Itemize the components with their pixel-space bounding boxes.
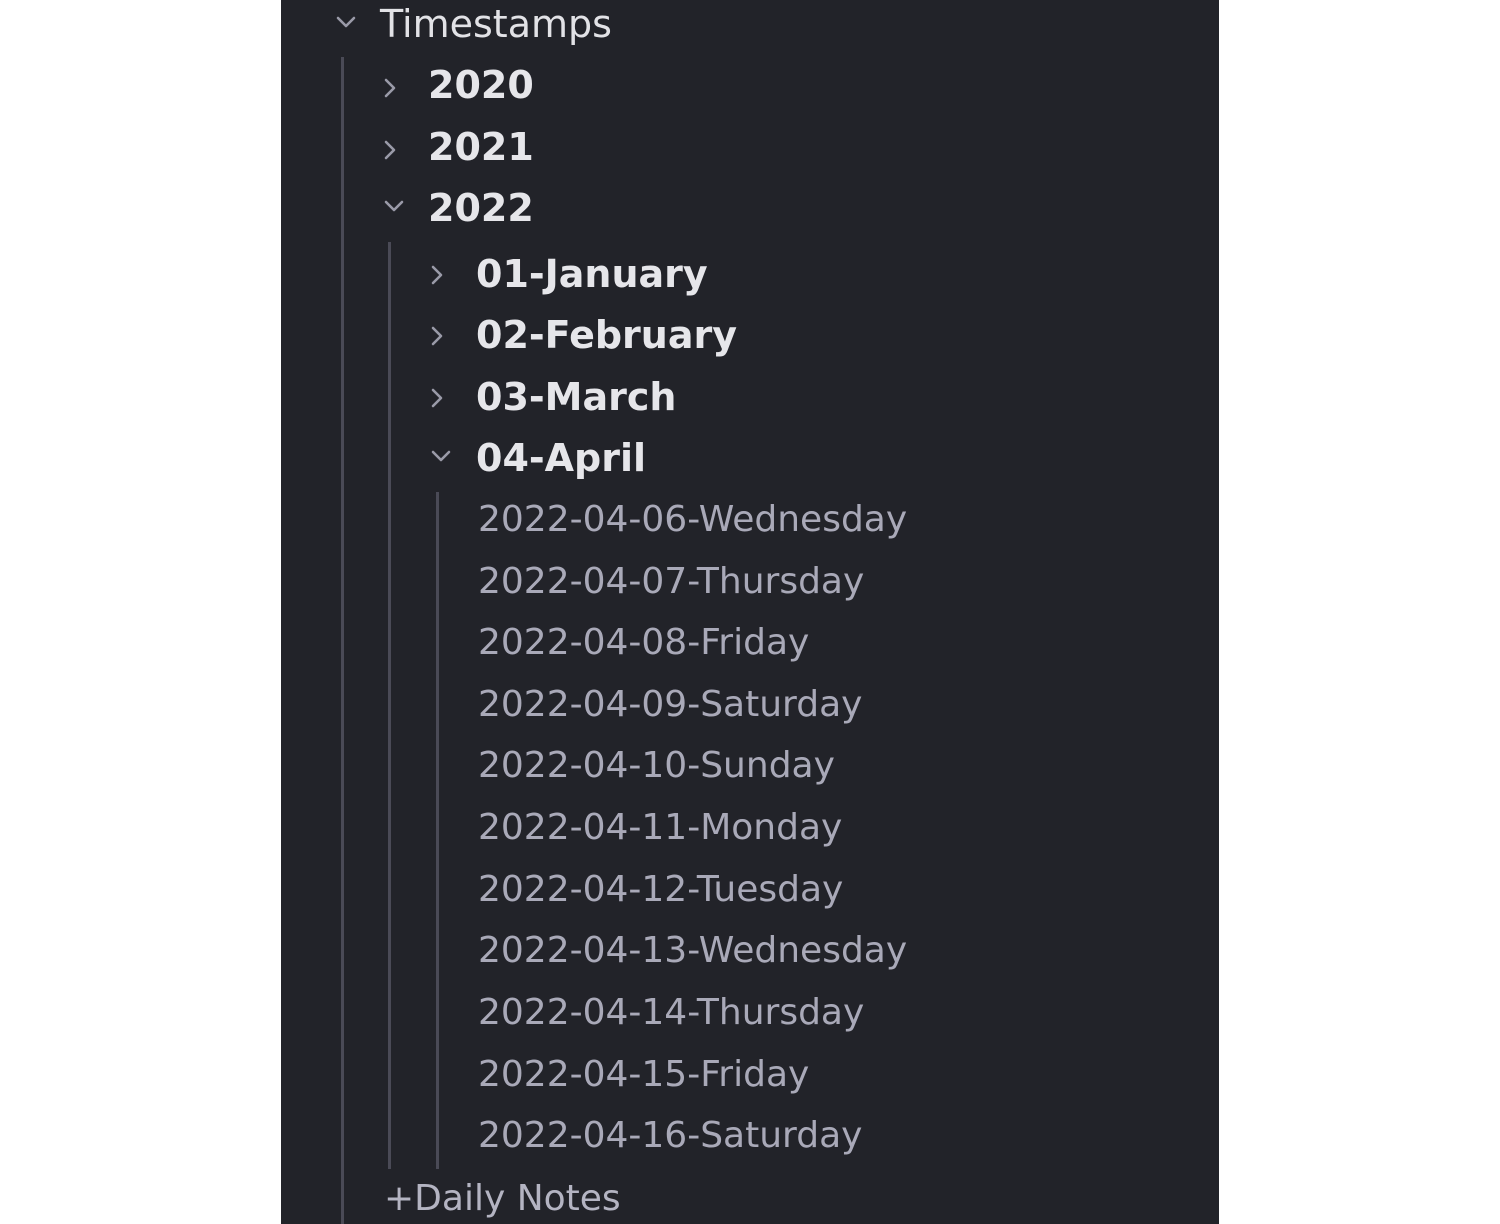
tree-folder-timestamps[interactable]: Timestamps [281,0,1219,60]
tree-folder-2021[interactable]: 2021 [281,123,1219,183]
tree-file-label: +Daily Notes [384,1178,621,1219]
tree-file-item[interactable]: 2022-04-10-Sunday [281,742,1219,802]
tree-file-item[interactable]: 2022-04-13-Wednesday [281,927,1219,987]
chevron-down-icon [331,7,361,37]
tree-file-label: 2022-04-08-Friday [478,622,810,663]
tree-folder-label: 2020 [428,63,534,107]
tree-file-daily-notes[interactable]: +Daily Notes [281,1175,1219,1224]
tree-file-label: 2022-04-13-Wednesday [478,930,908,971]
tree-file-item[interactable]: 2022-04-08-Friday [281,619,1219,679]
tree-folder-2020[interactable]: 2020 [281,61,1219,121]
tree-folder-03-march[interactable]: 03-March [281,373,1219,433]
chevron-right-icon [375,135,405,165]
tree-folder-04-april[interactable]: 04-April [281,434,1219,494]
tree-file-label: 2022-04-06-Wednesday [478,499,908,540]
file-explorer-panel: Timestamps 2020 2021 2022 01-January 02-… [281,0,1219,1224]
tree-folder-label: 02-February [476,313,737,357]
tree-file-item[interactable]: 2022-04-09-Saturday [281,681,1219,741]
tree-folder-2022[interactable]: 2022 [281,184,1219,244]
tree-file-item[interactable]: 2022-04-07-Thursday [281,558,1219,618]
tree-file-label: 2022-04-11-Monday [478,807,843,848]
chevron-right-icon [422,321,452,351]
tree-file-item[interactable]: 2022-04-11-Monday [281,804,1219,864]
tree-file-label: 2022-04-10-Sunday [478,745,835,786]
tree-file-label: 2022-04-14-Thursday [478,992,865,1033]
tree-file-label: 2022-04-12-Tuesday [478,869,844,910]
chevron-right-icon [375,73,405,103]
tree-file-label: 2022-04-16-Saturday [478,1115,863,1156]
tree-file-item[interactable]: 2022-04-14-Thursday [281,989,1219,1049]
tree-file-label: 2022-04-09-Saturday [478,684,863,725]
chevron-down-icon [379,191,409,221]
tree-folder-label: 04-April [476,436,647,480]
chevron-down-icon [426,441,456,471]
tree-file-item[interactable]: 2022-04-16-Saturday [281,1112,1219,1172]
tree-file-label: 2022-04-15-Friday [478,1054,810,1095]
tree-folder-label: 03-March [476,375,677,419]
tree-folder-label: Timestamps [380,2,612,46]
tree-file-item[interactable]: 2022-04-06-Wednesday [281,496,1219,556]
tree-file-label: 2022-04-07-Thursday [478,561,865,602]
tree-folder-01-january[interactable]: 01-January [281,250,1219,310]
tree-file-item[interactable]: 2022-04-12-Tuesday [281,866,1219,926]
chevron-right-icon [422,383,452,413]
tree-folder-label: 2021 [428,125,534,169]
tree-folder-label: 2022 [428,186,534,230]
tree-file-item[interactable]: 2022-04-15-Friday [281,1051,1219,1111]
tree-folder-label: 01-January [476,252,708,296]
chevron-right-icon [422,260,452,290]
tree-folder-02-february[interactable]: 02-February [281,311,1219,371]
